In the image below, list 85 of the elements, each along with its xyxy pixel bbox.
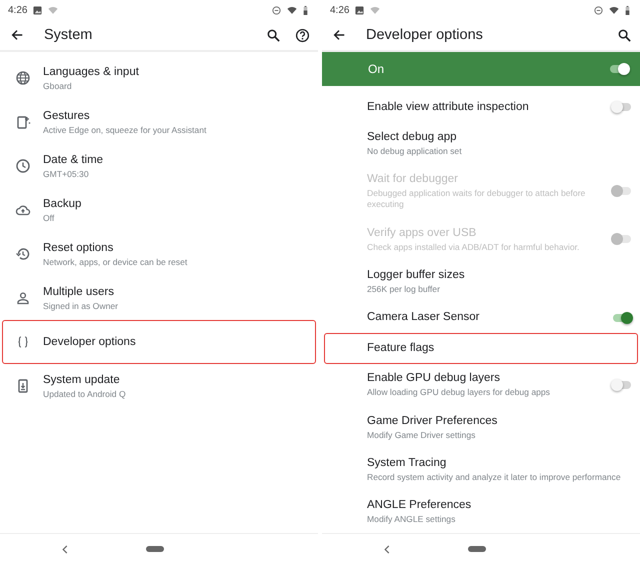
settings-item[interactable]: Developer options — [2, 320, 316, 364]
settings-item[interactable]: Feature flags — [324, 333, 638, 364]
do-not-disturb-icon — [594, 6, 603, 14]
person-icon — [15, 290, 31, 306]
toggle-switch[interactable] — [611, 310, 633, 325]
settings-item[interactable]: Reset options Network, apps, or device can be reset — [2, 232, 316, 276]
settings-item[interactable]: ANGLE Preferences Modify ANGLE settings — [324, 490, 638, 534]
home-pill[interactable] — [468, 546, 486, 552]
item-title: System Tracing — [367, 456, 448, 472]
back-chevron-icon[interactable] — [384, 544, 390, 554]
status-time: 4:26 — [8, 4, 28, 16]
item-title: Developer options — [43, 334, 137, 350]
item-subtitle: Modify Game Driver settings — [367, 430, 476, 441]
settings-item[interactable]: System update Updated to Android Q — [2, 364, 316, 408]
item-subtitle: No debug application set — [367, 146, 463, 158]
history-icon — [15, 246, 31, 262]
back-chevron-icon[interactable] — [62, 544, 68, 554]
item-title: Camera Laser Sensor — [367, 310, 480, 326]
item-title: Select debug app — [367, 130, 458, 146]
globe-icon — [15, 70, 31, 86]
settings-item[interactable]: Backup Off — [2, 188, 316, 232]
settings-item[interactable]: Camera Laser Sensor — [324, 302, 638, 334]
wifi-icon — [370, 6, 380, 14]
phone-sparkle-icon — [15, 114, 31, 130]
item-title: Wait for debugger — [367, 172, 459, 188]
item-title: Multiple users — [43, 284, 115, 300]
item-subtitle: Signed in as Owner — [43, 300, 119, 312]
image-icon — [33, 6, 42, 14]
master-switch-label: On — [368, 62, 386, 76]
item-subtitle: Off — [43, 212, 56, 224]
wifi-icon — [287, 6, 297, 14]
home-pill[interactable] — [146, 546, 164, 552]
toggle-switch[interactable] — [611, 378, 633, 392]
item-title: Backup — [43, 196, 82, 212]
back-arrow-icon[interactable] — [10, 28, 24, 42]
status-time: 4:26 — [330, 4, 350, 16]
item-title: Enable GPU debug layers — [367, 371, 501, 386]
item-title: ANGLE Preferences — [367, 498, 472, 514]
settings-item[interactable]: Date & time GMT+05:30 — [2, 144, 316, 188]
item-subtitle: GMT+05:30 — [43, 168, 90, 180]
item-subtitle: Record system activity and analyze it later to improve performance — [367, 472, 622, 484]
item-subtitle: Active Edge on, squeeze for your Assistant — [43, 124, 208, 136]
master-switch-bar[interactable]: On — [322, 52, 640, 86]
wifi-icon — [609, 6, 619, 14]
battery-icon — [303, 6, 308, 14]
item-subtitle: Gboard — [43, 80, 73, 92]
search-icon[interactable] — [617, 28, 632, 42]
settings-item[interactable]: Languages & input Gboard — [2, 56, 316, 100]
back-arrow-icon[interactable] — [332, 28, 346, 42]
item-title: Gestures — [43, 108, 91, 124]
item-title: System update — [43, 372, 121, 388]
item-title: Languages & input — [43, 64, 140, 80]
settings-item[interactable]: Logger buffer sizes 256K per log buffer — [324, 260, 638, 303]
toggle-switch[interactable] — [611, 100, 633, 114]
clock-icon — [15, 158, 31, 174]
item-subtitle: Network, apps, or device can be reset — [43, 256, 188, 268]
settings-item[interactable]: Game Driver Preferences Modify Game Driver settings — [324, 406, 638, 448]
image-icon — [355, 6, 364, 14]
screen-title: Developer options — [366, 27, 484, 43]
item-subtitle: Allow loading GPU debug layers for debug apps — [367, 387, 551, 398]
wifi-icon — [48, 6, 58, 14]
settings-item[interactable]: Select debug app No debug application set — [324, 122, 638, 165]
battery-icon — [625, 6, 630, 14]
settings-item[interactable]: Multiple users Signed in as Owner — [2, 276, 316, 320]
do-not-disturb-icon — [272, 6, 281, 14]
settings-item[interactable]: Enable GPU debug layers Allow loading GPU debug layers for debug apps — [324, 364, 638, 406]
item-subtitle: Updated to Android Q — [43, 388, 127, 400]
help-icon[interactable] — [295, 28, 310, 42]
item-title: Reset options — [43, 240, 114, 256]
item-subtitle: Modify ANGLE settings — [367, 514, 456, 526]
settings-item[interactable]: System Tracing Record system activity and analyze it later to improve performance — [324, 448, 638, 491]
toggle-switch[interactable] — [608, 62, 630, 76]
item-title: Game Driver Preferences — [367, 414, 498, 429]
item-subtitle: Check apps installed via ADB/ADT for harmful behavior. — [367, 242, 580, 253]
item-title: Verify apps over USB — [367, 226, 478, 241]
settings-item[interactable]: Gestures Active Edge on, squeeze for your Assistant — [2, 100, 316, 144]
item-subtitle: Debugged application waits for debugger to attach before executing — [367, 188, 586, 210]
screen-title: System — [44, 27, 94, 43]
item-title: Date & time — [43, 152, 104, 168]
item-title: Logger buffer sizes — [367, 268, 466, 283]
item-subtitle: 256K per log buffer — [367, 284, 441, 295]
search-icon[interactable] — [266, 28, 281, 42]
item-title: Enable view attribute inspection — [367, 100, 530, 115]
settings-item[interactable]: Enable view attribute inspection — [324, 92, 638, 123]
item-title: Feature flags — [367, 340, 436, 356]
